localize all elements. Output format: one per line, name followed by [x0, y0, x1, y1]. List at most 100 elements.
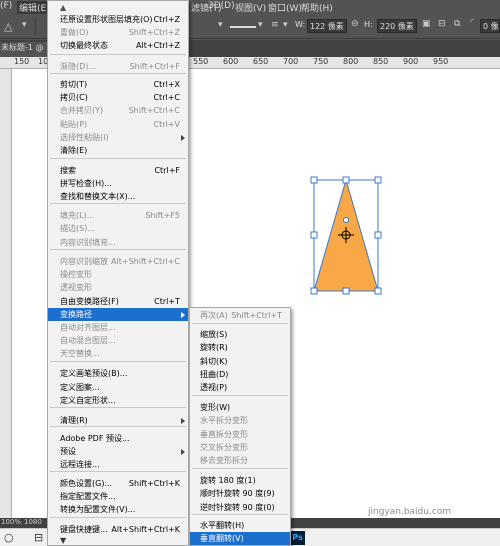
menu-3d[interactable]: 3D(D)	[208, 1, 235, 11]
menu-separator	[192, 323, 288, 324]
edit-menu-item[interactable]: 粘贴(P) Ctrl+V	[48, 118, 188, 131]
edit-menu-item[interactable]: 清除(E)	[48, 144, 188, 157]
edit-menu-item[interactable]: 预设	[48, 445, 188, 458]
stroke-type-dropdown[interactable]: ▾	[218, 20, 223, 30]
edit-menu-item[interactable]: 转换为配置文件(V)...	[48, 503, 188, 516]
edit-menu-item[interactable]: 拷贝(C) Ctrl+C	[48, 91, 188, 104]
menu-help[interactable]: 帮助(H)	[301, 1, 333, 14]
edit-menu-item[interactable]: 查找和替换文本(X)...	[48, 190, 188, 203]
menu-item-label: 斜切(K)	[200, 357, 228, 366]
transform-menu-item[interactable]: 旋转(R)	[190, 341, 290, 354]
photoshop-taskbar-icon[interactable]: Ps	[290, 531, 305, 545]
edit-menu-item[interactable]: 搜索 Ctrl+F	[48, 164, 188, 177]
menu-item-label: 天空替换...	[60, 349, 100, 358]
menu-separator	[50, 361, 186, 362]
task-view-icon[interactable]: ⊟	[34, 531, 43, 544]
transform-menu-item[interactable]: 水平拆分变形	[190, 414, 290, 427]
transform-handle[interactable]	[310, 176, 318, 184]
edit-menu-item[interactable]: 内容识别填充...	[48, 236, 188, 249]
rotation-point-icon[interactable]	[343, 217, 349, 223]
transform-handle[interactable]	[374, 231, 382, 239]
menu-view[interactable]: 视图(V)	[235, 1, 266, 14]
transform-menu-item[interactable]: 旋转 180 度(1)	[190, 474, 290, 487]
document-tab[interactable]: 未标题-1 @ 10	[0, 42, 48, 57]
edit-menu-item[interactable]: 定义图案...	[48, 381, 188, 394]
path-align-icon[interactable]: ⊟	[438, 19, 446, 29]
menu-item-label: 搜索	[60, 166, 76, 175]
stroke-align-icon[interactable]: ≡	[271, 20, 279, 30]
edit-menu-item[interactable]: 切换最终状态 Alt+Ctrl+Z	[48, 39, 188, 52]
edit-menu-item[interactable]: 颜色设置(G)... Shift+Ctrl+K	[48, 477, 188, 490]
edit-menu-item[interactable]: 还原设置形状图层填充(O) Ctrl+Z	[48, 13, 188, 26]
edit-menu-item[interactable]: 自动对齐图层...	[48, 321, 188, 334]
menu-item-label: 再次(A)	[200, 311, 228, 320]
edit-menu-item[interactable]: 选择性粘贴(I)	[48, 131, 188, 144]
edit-menu-item[interactable]: 指定配置文件...	[48, 490, 188, 503]
transform-handle[interactable]	[310, 231, 318, 239]
edit-menu-item[interactable]: 变换路径	[48, 308, 188, 321]
transform-menu-item[interactable]: 缩放(S)	[190, 328, 290, 341]
menu-item-label: 自由变换路径(F)	[60, 297, 119, 306]
width-field[interactable]: 122 像素	[307, 19, 347, 33]
transform-menu-item[interactable]: 垂直拆分变形	[190, 428, 290, 441]
menu-item-label: 定义画笔预设(B)...	[60, 369, 128, 378]
edit-menu-item[interactable]: 描边(S)...	[48, 222, 188, 235]
menu-file[interactable]: (F)	[0, 1, 12, 11]
menu-item-shortcut: Shift+Ctrl+K	[128, 479, 180, 488]
edit-menu-item[interactable]: 天空替换...	[48, 347, 188, 360]
stroke-line-preview[interactable]	[230, 26, 256, 28]
menu-item-shortcut: Ctrl+X	[153, 80, 180, 89]
transform-menu-item[interactable]: 交叉拆分变形	[190, 441, 290, 454]
edit-menu-item[interactable]: 剪切(T) Ctrl+X	[48, 78, 188, 91]
edit-menu-item[interactable]: 自动混合图层...	[48, 334, 188, 347]
transform-handle[interactable]	[310, 287, 318, 295]
menu-window[interactable]: 窗口(W)	[268, 1, 302, 14]
scroll-down-icon[interactable]: ▼	[60, 536, 66, 545]
transform-menu-item[interactable]: 移去变形拆分	[190, 454, 290, 467]
transform-menu-item[interactable]: 变形(W)	[190, 401, 290, 414]
path-ops-icon[interactable]: ▣	[422, 19, 431, 29]
chevron-down-icon[interactable]: ▾	[283, 20, 288, 30]
transform-handle[interactable]	[374, 176, 382, 184]
menu-item-shortcut: Shift+Ctrl+F	[129, 62, 180, 71]
height-field[interactable]: 220 像素	[377, 19, 417, 33]
path-arrange-icon[interactable]: ⧉	[454, 19, 460, 29]
transform-handle[interactable]	[374, 287, 382, 295]
edit-menu-item[interactable]: 渐隐(D)... Shift+Ctrl+F	[48, 60, 188, 73]
edit-menu-item[interactable]: 拼写检查(H)...	[48, 177, 188, 190]
corner-radius-field[interactable]: 0 像	[480, 19, 500, 33]
transform-menu-item[interactable]: 水平翻转(H)	[190, 519, 290, 532]
transform-handle[interactable]	[342, 287, 350, 295]
scroll-up-icon[interactable]: ▲	[60, 3, 66, 12]
edit-menu-item[interactable]: 远程连接...	[48, 458, 188, 471]
edit-menu: ▲ 还原设置形状图层填充(O) Ctrl+Z 重做(O) Shift+Ctrl+Z 切换…	[47, 0, 189, 546]
edit-menu-item[interactable]: 内容识别缩放 Alt+Shift+Ctrl+C	[48, 255, 188, 268]
edit-menu-item[interactable]: Adobe PDF 预设...	[48, 432, 188, 445]
ruler-tick: 150	[14, 57, 30, 66]
menu-item-label: 操控变形	[60, 270, 92, 279]
edit-menu-item[interactable]: 操控变形	[48, 268, 188, 281]
transform-menu-item[interactable]: 透视(P)	[190, 381, 290, 394]
zoom-level[interactable]: 100%	[1, 518, 21, 526]
edit-menu-item[interactable]: 透视变形	[48, 281, 188, 294]
menu-item-shortcut: Ctrl+V	[153, 120, 180, 129]
transform-menu-item[interactable]: 斜切(K)	[190, 355, 290, 368]
chevron-down-icon[interactable]: ▾	[22, 20, 27, 30]
edit-menu-item[interactable]: 重做(O) Shift+Ctrl+Z	[48, 26, 188, 39]
link-icon[interactable]: ⊖	[351, 19, 359, 29]
triangle-tool-icon[interactable]: △	[4, 20, 12, 33]
transform-menu-item[interactable]: 扭曲(D)	[190, 368, 290, 381]
edit-menu-item[interactable]: 填充(L)... Shift+F5	[48, 209, 188, 222]
edit-menu-item[interactable]: 定义自定形状...	[48, 394, 188, 407]
edit-menu-item[interactable]: 合并拷贝(Y) Shift+Ctrl+C	[48, 104, 188, 117]
transform-menu-item[interactable]: 垂直翻转(V)	[190, 532, 290, 545]
edit-menu-item[interactable]: 自由变换路径(F) Ctrl+T	[48, 295, 188, 308]
transform-menu-item[interactable]: 逆时针旋转 90 度(0)	[190, 501, 290, 514]
transform-handle[interactable]	[342, 176, 350, 184]
chevron-down-icon[interactable]: ▾	[258, 20, 263, 30]
transform-menu-item[interactable]: 再次(A) Shift+Ctrl+T	[190, 309, 290, 322]
edit-menu-item[interactable]: 定义画笔预设(B)...	[48, 367, 188, 380]
search-icon[interactable]: ○	[4, 531, 14, 544]
edit-menu-item[interactable]: 键盘快捷键... Alt+Shift+Ctrl+K	[48, 523, 188, 536]
transform-menu-item[interactable]: 顺时针旋转 90 度(9)	[190, 487, 290, 500]
